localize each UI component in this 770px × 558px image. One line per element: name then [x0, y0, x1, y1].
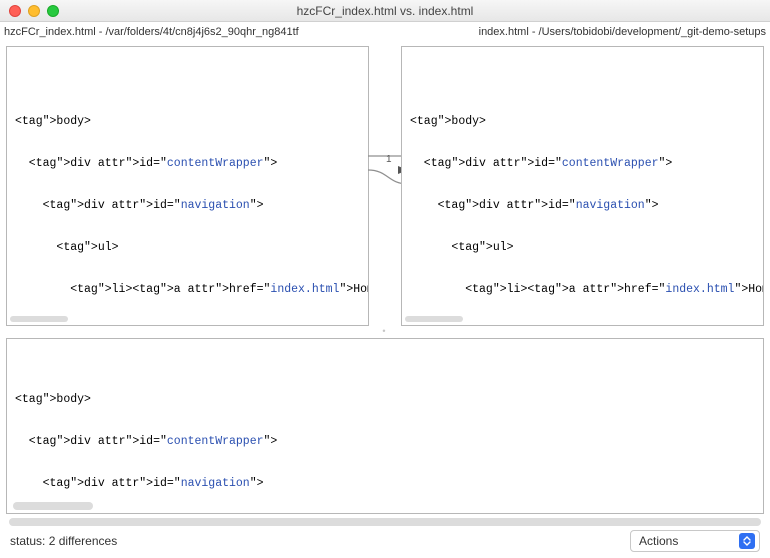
status-value: 2 differences: [49, 534, 118, 548]
code-line: <tag">div attr">id="contentWrapper">: [402, 157, 763, 171]
left-code-view[interactable]: <tag">body> <tag">div attr">id="contentW…: [7, 47, 368, 326]
code-line-changed: <tag">li><tag">a attr">href="about.html"…: [402, 325, 763, 326]
window-title: hzcFCr_index.html vs. index.html: [0, 0, 770, 22]
code-line-changed: <tag">li><tag">a attr">href="about.html"…: [7, 325, 368, 326]
horizontal-scrollbar[interactable]: [405, 316, 463, 322]
code-line: <tag">li><tag">a attr">href="index.html"…: [7, 283, 368, 297]
file-path-row: hzcFCr_index.html - /var/folders/4t/cn8j…: [0, 22, 770, 40]
pane-resize-handle[interactable]: •: [0, 326, 770, 336]
code-line: <tag">ul>: [402, 241, 763, 255]
diff-number: 1: [386, 154, 392, 165]
code-line: <tag">body>: [7, 115, 368, 129]
zoom-icon[interactable]: [47, 5, 59, 17]
merged-pane[interactable]: <tag">body> <tag">div attr">id="contentW…: [6, 338, 764, 514]
status-label: status:: [10, 534, 45, 548]
code-line: <tag">div attr">id="navigation">: [7, 199, 368, 213]
minimize-icon[interactable]: [28, 5, 40, 17]
code-line: <tag">div attr">id="contentWrapper">: [7, 435, 763, 449]
code-line: <tag">div attr">id="navigation">: [7, 477, 763, 491]
footer: status: 2 differences Actions: [0, 524, 770, 558]
actions-select-label: Actions: [639, 534, 678, 548]
code-line: <tag">li><tag">a attr">href="index.html"…: [402, 283, 763, 297]
actions-select[interactable]: Actions: [630, 530, 760, 552]
horizontal-scrollbar[interactable]: [10, 316, 68, 322]
dropdown-arrows-icon: [739, 533, 755, 549]
code-line: <tag">body>: [402, 115, 763, 129]
code-line: <tag">div attr">id="navigation">: [402, 199, 763, 213]
right-file-path: index.html - /Users/tobidobi/development…: [385, 26, 766, 38]
horizontal-scrollbar[interactable]: [13, 502, 93, 510]
right-pane[interactable]: <tag">body> <tag">div attr">id="contentW…: [401, 46, 764, 326]
outer-horizontal-scrollbar[interactable]: [9, 518, 761, 526]
merged-code-view[interactable]: <tag">body> <tag">div attr">id="contentW…: [7, 339, 763, 514]
window-controls: [9, 5, 59, 17]
left-file-path: hzcFCr_index.html - /var/folders/4t/cn8j…: [4, 26, 385, 38]
status-text: status: 2 differences: [10, 534, 117, 548]
code-line: <tag">body>: [7, 393, 763, 407]
titlebar[interactable]: hzcFCr_index.html vs. index.html: [0, 0, 770, 22]
close-icon[interactable]: [9, 5, 21, 17]
code-line: <tag">ul>: [7, 241, 368, 255]
left-pane[interactable]: <tag">body> <tag">div attr">id="contentW…: [6, 46, 369, 326]
right-code-view[interactable]: <tag">body> <tag">div attr">id="contentW…: [402, 47, 763, 326]
code-line: <tag">div attr">id="contentWrapper">: [7, 157, 368, 171]
diff-panes: <tag">body> <tag">div attr">id="contentW…: [0, 40, 770, 326]
